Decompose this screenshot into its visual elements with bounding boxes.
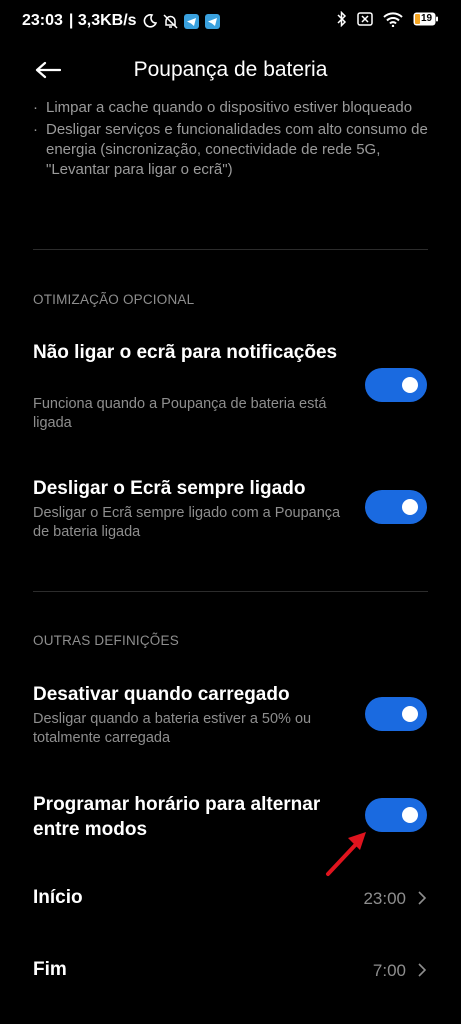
section-header-other: OUTRAS DEFINIÇÕES: [33, 633, 179, 648]
annotation-arrow-icon: [326, 832, 366, 876]
toggle-switch[interactable]: [365, 798, 427, 832]
toggle-knob: [402, 499, 418, 515]
status-left: 23:03 | 3,3KB/s: [22, 12, 220, 30]
settings-screen: 23:03 | 3,3KB/s 19 Poupança de bateria ·…: [0, 0, 461, 1024]
status-time: 23:03: [22, 12, 63, 29]
setting-row-schedule[interactable]: Programar horário para alternar entre mo…: [0, 792, 461, 846]
divider: [33, 591, 428, 592]
toggle-knob: [402, 807, 418, 823]
setting-subtitle: Funciona quando a Poupança de bateria es…: [33, 396, 327, 431]
toggle-switch[interactable]: [365, 697, 427, 731]
telegram-icon: [183, 13, 199, 29]
list-item-text: Desligar serviços e funcionalidades com …: [46, 121, 428, 178]
end-label: Fim: [33, 959, 67, 980]
start-value: 23:00: [363, 889, 406, 908]
setting-subtitle: Desligar quando a bateria estiver a 50% …: [33, 711, 312, 746]
wifi-icon: [383, 11, 403, 27]
toggle-switch[interactable]: [365, 490, 427, 524]
chevron-right-icon: [418, 891, 427, 905]
setting-row-no-screen-notifications[interactable]: Não ligar o ecrã para notificações Funci…: [0, 340, 461, 440]
app-header: Poupança de bateria: [0, 50, 461, 90]
toggle-switch[interactable]: [365, 368, 427, 402]
network-speed: | 3,3KB/s: [68, 12, 137, 29]
start-label: Início: [33, 887, 83, 908]
bluetooth-icon: [337, 11, 347, 27]
toggle-knob: [402, 706, 418, 722]
setting-title: Desligar o Ecrã sempre ligado: [33, 478, 306, 499]
setting-row-end-time[interactable]: Fim 7:00: [0, 948, 461, 992]
divider: [33, 249, 428, 250]
status-bar: 23:03 | 3,3KB/s 19: [0, 0, 461, 44]
moon-icon: [143, 14, 157, 28]
toggle-knob: [402, 377, 418, 393]
setting-row-disable-when-charged[interactable]: Desativar quando carregado Desligar quan…: [0, 682, 461, 754]
bullet-dot: ·: [33, 99, 38, 116]
setting-title: Não ligar o ecrã para notificações: [33, 342, 338, 363]
bell-off-icon: [163, 13, 178, 29]
end-value: 7:00: [372, 961, 406, 980]
feature-list: · Limpar a cache quando o dispositivo es…: [33, 98, 433, 182]
chevron-right-icon: [418, 963, 427, 977]
battery-icon: 19: [413, 12, 439, 26]
section-header-optional: OTIMIZAÇÃO OPCIONAL: [33, 292, 195, 307]
telegram-icon: [204, 13, 220, 29]
battery-level: 19: [421, 13, 433, 24]
list-item-text: Limpar a cache quando o dispositivo esti…: [46, 99, 413, 116]
bullet-dot: ·: [33, 121, 38, 138]
no-sim-icon: [357, 12, 373, 26]
setting-row-disable-aod[interactable]: Desligar o Ecrã sempre ligado Desligar o…: [0, 476, 461, 548]
setting-subtitle: Desligar o Ecrã sempre ligado com a Poup…: [33, 505, 341, 540]
setting-row-start-time[interactable]: Início 23:00: [0, 876, 461, 920]
page-title: Poupança de bateria: [133, 58, 328, 81]
list-item: · Desligar serviços e funcionalidades co…: [33, 120, 433, 180]
list-item: · Limpar a cache quando o dispositivo es…: [33, 98, 433, 118]
setting-title: Desativar quando carregado: [33, 684, 290, 705]
status-right: 19: [337, 11, 439, 27]
setting-title: Programar horário para alternar entre mo…: [33, 794, 321, 840]
